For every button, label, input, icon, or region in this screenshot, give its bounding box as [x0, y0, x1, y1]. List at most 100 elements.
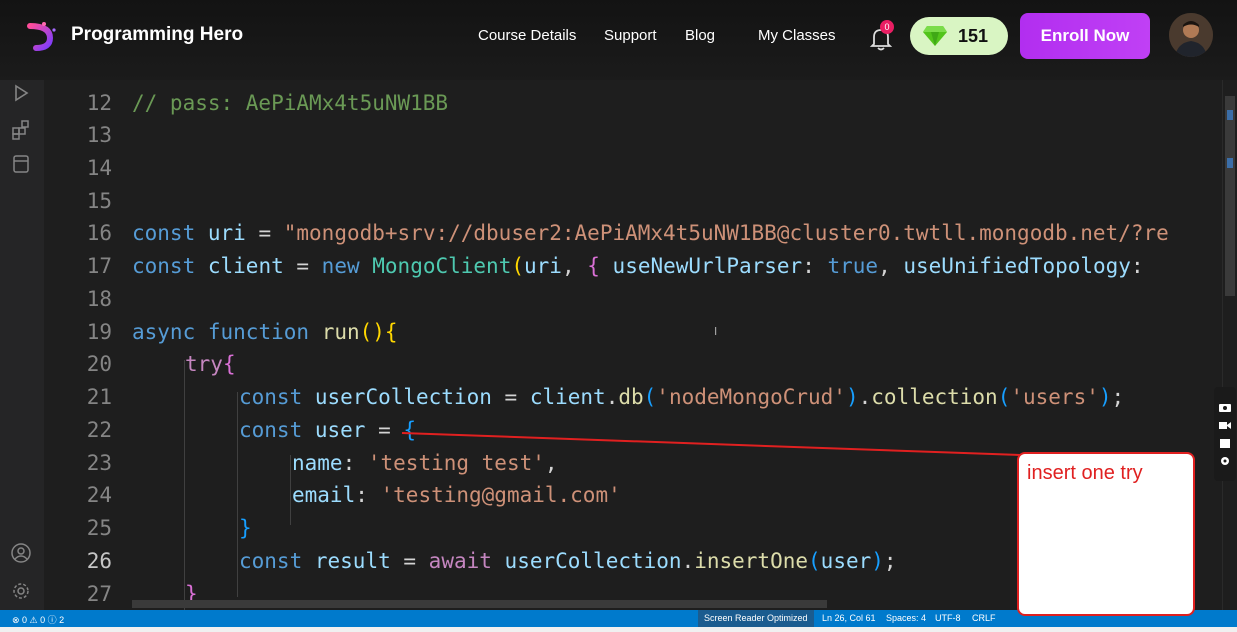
line-number-active: 26: [86, 549, 112, 573]
user-avatar[interactable]: [1169, 13, 1213, 57]
bracket-token: {: [384, 320, 398, 344]
keyword-token: const: [239, 385, 303, 409]
bracket-token: }: [239, 516, 252, 540]
gems-counter[interactable]: 151: [910, 17, 1008, 55]
variable-token: userCollection: [314, 385, 492, 409]
string-token: 'testing@gmail.com': [380, 483, 621, 507]
line-number: 21: [86, 385, 112, 409]
operator-token: =: [365, 418, 404, 442]
operator-token: =: [283, 254, 322, 278]
bracket-token: {: [587, 254, 600, 278]
keyword-token: const: [132, 221, 196, 245]
line-number: 16: [86, 221, 112, 245]
bracket-token: {: [222, 352, 236, 376]
class-token: MongoClient: [372, 254, 512, 278]
cursor-position[interactable]: Ln 26, Col 61: [822, 613, 876, 623]
run-debug-icon[interactable]: [10, 82, 32, 104]
punct-token: :: [1130, 254, 1144, 278]
indent-guide: [290, 455, 291, 525]
diamond-icon: [923, 26, 947, 46]
variable-token: user: [314, 418, 366, 442]
screen-recorder-panel: [1214, 387, 1236, 481]
variable-token: userCollection: [504, 549, 682, 573]
line-number: 18: [86, 287, 112, 311]
bottom-strip: [0, 627, 1237, 632]
video-icon[interactable]: [1218, 419, 1232, 431]
bracket-token: ): [845, 385, 859, 409]
activity-bar: [0, 80, 44, 610]
nav-link-course-details[interactable]: Course Details: [478, 27, 576, 44]
variable-token: uri: [207, 221, 246, 245]
scrollbar-marker: [1227, 158, 1233, 168]
code-line-19: async function run(){: [132, 320, 398, 344]
code-line-17: const client = new MongoClient(uri, { us…: [132, 254, 1144, 278]
punct-token: ,: [544, 451, 558, 475]
bracket-token: (: [808, 549, 821, 573]
comment-token: // pass: AePiAMx4t5uNW1BB: [132, 91, 449, 115]
line-number: 23: [86, 451, 112, 475]
variable-token: user: [820, 549, 872, 573]
variable-token: result: [314, 549, 391, 573]
nav-link-my-classes[interactable]: My Classes: [758, 27, 836, 44]
line-number: 25: [86, 516, 112, 540]
scrollbar-thumb[interactable]: [1225, 96, 1235, 296]
keyword-token: const: [239, 418, 303, 442]
remote-explorer-icon[interactable]: [10, 153, 32, 175]
string-token: 'users': [1010, 385, 1099, 409]
settings-gear-icon[interactable]: [10, 580, 32, 602]
problems-indicator[interactable]: ⊗ 0 ⚠ 0 ⓘ 2: [12, 613, 64, 626]
bracket-token: (: [643, 385, 657, 409]
indentation-status[interactable]: Spaces: 4: [886, 613, 926, 623]
punct-token: ,: [561, 254, 588, 278]
programming-hero-logo-icon[interactable]: [22, 18, 62, 62]
screen-reader-status[interactable]: Screen Reader Optimized: [698, 610, 814, 627]
line-number: 24: [86, 483, 112, 507]
keyword-token: new: [321, 254, 360, 278]
encoding-status[interactable]: UTF-8: [935, 613, 961, 623]
punct-token: .: [681, 549, 695, 573]
property-token: useNewUrlParser: [612, 254, 803, 278]
line-number: 20: [86, 352, 112, 376]
punct-token: :: [342, 451, 368, 475]
gear-icon[interactable]: [1218, 455, 1232, 467]
bracket-token: (: [997, 385, 1011, 409]
property-token: name: [292, 451, 343, 475]
function-token: insertOne: [694, 549, 809, 573]
punct-token: .: [605, 385, 619, 409]
keyword-token: try: [185, 352, 223, 376]
code-line-21: const userCollection = client.db('nodeMo…: [239, 385, 1124, 409]
boolean-token: true: [827, 254, 879, 278]
code-line-20: try{: [185, 352, 236, 376]
variable-token: client: [207, 254, 284, 278]
annotation-note: insert one try: [1017, 452, 1195, 616]
punct-token: .: [858, 385, 872, 409]
horizontal-scrollbar[interactable]: [132, 600, 827, 608]
nav-link-support[interactable]: Support: [604, 27, 657, 44]
bracket-token: (: [511, 254, 524, 278]
punct-token: :: [355, 483, 381, 507]
indent-guide: [184, 360, 185, 610]
brand-name[interactable]: Programming Hero: [71, 24, 243, 46]
code-line-22: const user = {: [239, 418, 416, 442]
code-line-12: // pass: AePiAMx4t5uNW1BB: [132, 91, 448, 115]
vertical-scrollbar[interactable]: [1222, 80, 1237, 610]
line-number: 22: [86, 418, 112, 442]
accounts-icon[interactable]: [10, 542, 32, 564]
text-cursor-icon: I: [714, 325, 718, 338]
bracket-token: (): [359, 320, 385, 344]
operator-token: =: [245, 221, 284, 245]
code-line-24: email: 'testing@gmail.com': [292, 483, 621, 507]
string-token: "mongodb+srv://dbuser2:AePiAMx4t5uNW1BB@…: [283, 221, 1169, 245]
operator-token: =: [491, 385, 530, 409]
nav-link-blog[interactable]: Blog: [685, 27, 715, 44]
function-token: collection: [871, 385, 998, 409]
extensions-icon[interactable]: [10, 119, 32, 141]
top-navbar: Programming Hero Course Details Support …: [0, 0, 1237, 80]
window-icon[interactable]: [1218, 437, 1232, 449]
camera-icon[interactable]: [1218, 401, 1232, 413]
line-number: 14: [86, 156, 112, 180]
bracket-token: {: [403, 418, 417, 442]
enroll-now-button[interactable]: Enroll Now: [1020, 13, 1150, 59]
indent-guide: [237, 392, 238, 597]
eol-status[interactable]: CRLF: [972, 613, 996, 623]
